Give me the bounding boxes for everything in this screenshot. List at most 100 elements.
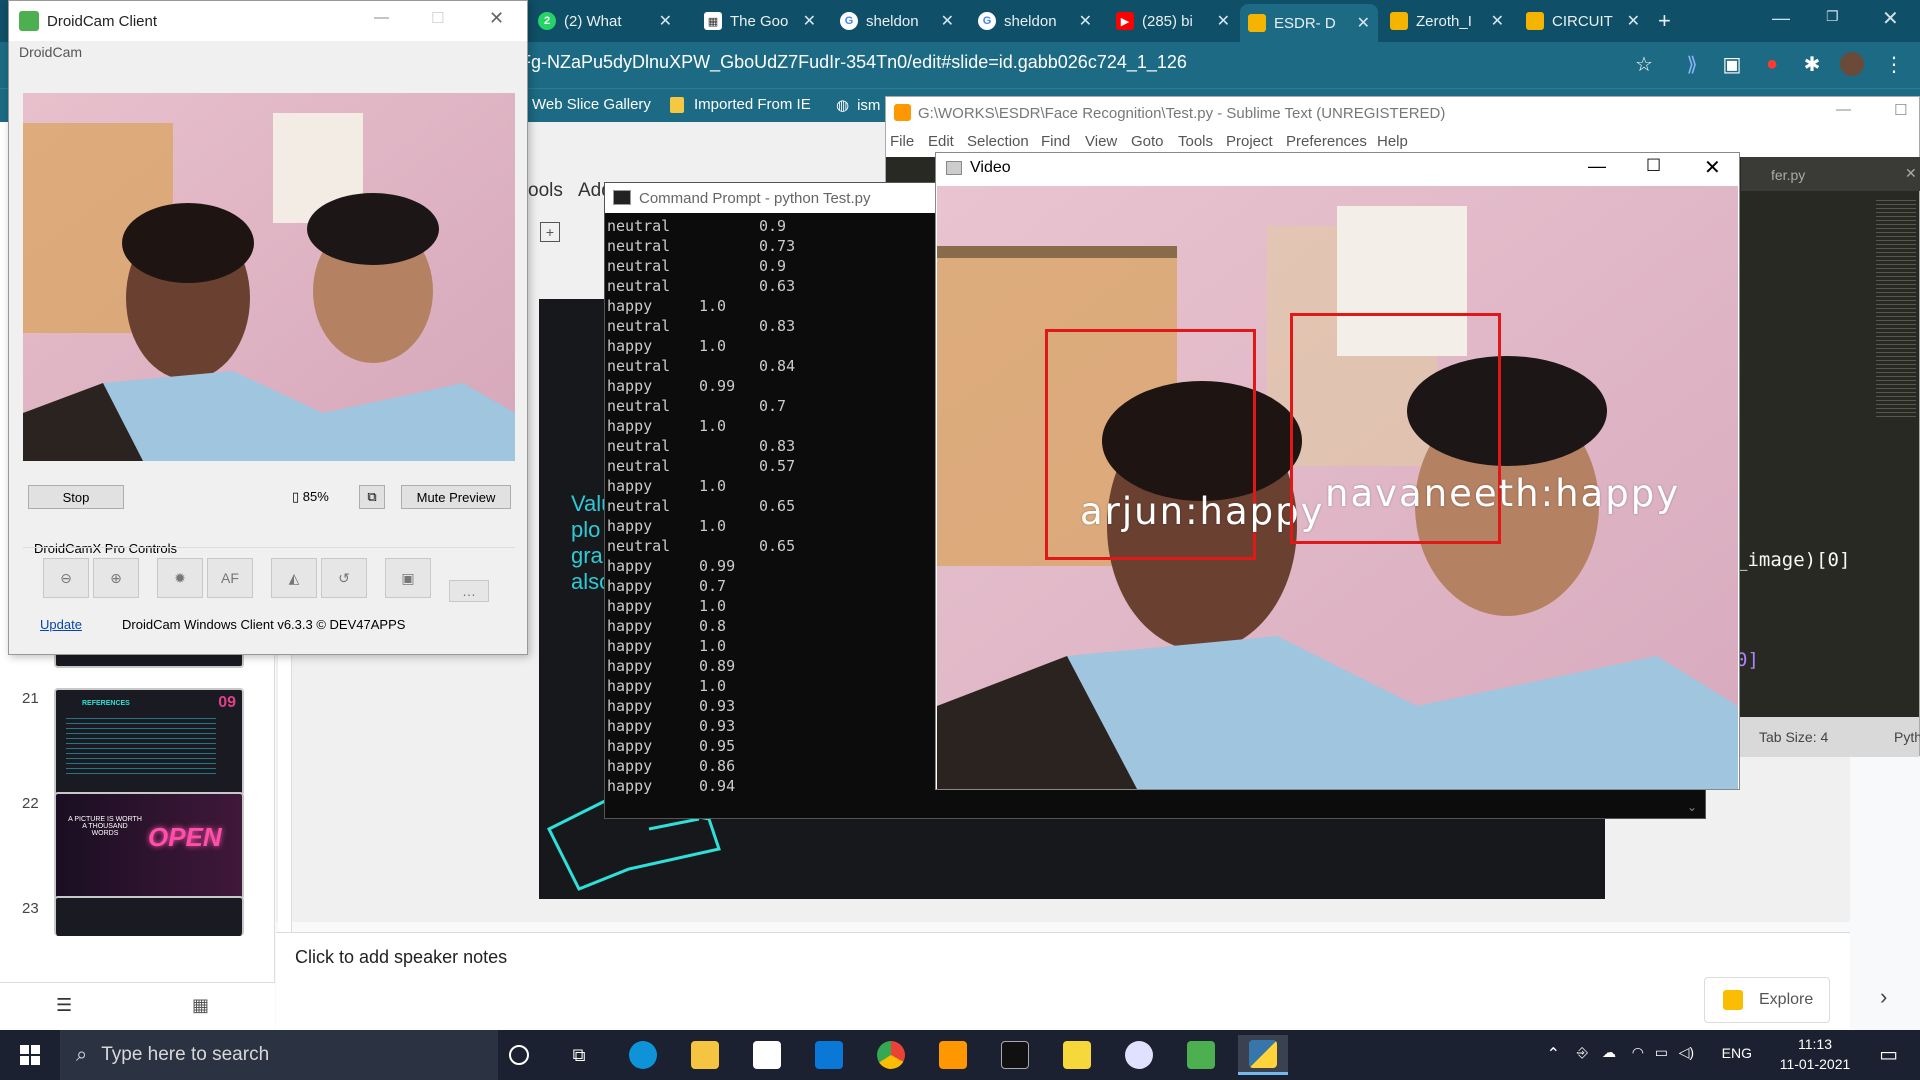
menu-tools[interactable]: ools [528, 180, 563, 202]
menu-tools[interactable]: Tools [1178, 133, 1213, 150]
bookmark-ism[interactable]: ◍ ism [836, 96, 880, 115]
droidcam-app[interactable] [1176, 1035, 1226, 1075]
menu-edit[interactable]: Edit [928, 133, 954, 150]
extension-icon[interactable]: ▣ [1720, 52, 1744, 76]
minimap[interactable] [1876, 197, 1916, 417]
menu-preferences[interactable]: Preferences [1286, 133, 1367, 150]
tab-circuit[interactable]: CIRCUIT ✕ [1518, 6, 1648, 36]
bookmark-star-icon[interactable]: ☆ [1632, 52, 1656, 76]
grid-view-icon[interactable]: ▦ [192, 995, 209, 1016]
language-indicator[interactable]: ENG [1722, 1045, 1752, 1061]
menu-project[interactable]: Project [1226, 133, 1273, 150]
add-slide-icon[interactable]: + [540, 222, 560, 242]
close-window-icon[interactable]: ✕ [1882, 6, 1899, 31]
chrome-app[interactable] [866, 1035, 916, 1075]
paint-app[interactable] [1114, 1035, 1164, 1075]
mute-preview-button[interactable]: Mute Preview [401, 485, 511, 509]
onedrive-icon[interactable]: ☁ [1602, 1044, 1616, 1061]
store-app[interactable] [742, 1035, 792, 1075]
python-app[interactable] [1238, 1035, 1288, 1075]
chevron-up-icon[interactable]: ⌃ [1547, 1044, 1560, 1064]
more-button[interactable]: … [449, 580, 489, 602]
edge-app[interactable] [618, 1035, 668, 1075]
avatar[interactable] [1840, 52, 1864, 76]
minimize-icon[interactable]: — [1772, 8, 1790, 29]
kebab-menu-icon[interactable]: ⋮ [1882, 52, 1906, 76]
menu-goto[interactable]: Goto [1131, 133, 1164, 150]
task-view-button[interactable]: ⧉ [554, 1035, 604, 1075]
taskbar-search[interactable]: ⌕ Type here to search [60, 1030, 498, 1080]
maximize-icon[interactable]: ☐ [1646, 156, 1661, 176]
close-icon[interactable]: ✕ [1704, 155, 1721, 180]
slide-thumb-21[interactable]: REFERENCES 09 [54, 688, 244, 796]
close-icon[interactable]: ✕ [1627, 11, 1640, 31]
zoom-out-button[interactable]: ⊖ [43, 558, 89, 598]
menu-view[interactable]: View [1085, 133, 1117, 150]
sticky-notes-app[interactable] [1052, 1035, 1102, 1075]
screenshot-button[interactable]: ⧉ [359, 485, 385, 509]
scroll-down-icon[interactable]: ⌄ [1687, 800, 1697, 814]
stop-button[interactable]: Stop [28, 485, 124, 509]
clock-time[interactable]: 11:13 [1770, 1036, 1860, 1052]
menu-help[interactable]: Help [1377, 133, 1408, 150]
new-tab-button[interactable]: + [1658, 8, 1671, 34]
bookmark-imported[interactable]: Imported From IE [670, 96, 811, 113]
close-icon[interactable]: ✕ [1217, 11, 1230, 31]
cortana-button[interactable] [494, 1035, 544, 1075]
address-bar[interactable]: Fg-NZaPu5dyDlnuXPW_GboUdZ7FudIr-354Tn0/e… [520, 52, 1187, 73]
slide-thumb-22[interactable]: A PICTURE IS WORTH A THOUSAND WORDS OPEN [54, 792, 244, 900]
slide-thumb-23[interactable] [54, 896, 244, 936]
menu-file[interactable]: File [890, 133, 914, 150]
close-icon[interactable]: ✕ [489, 8, 504, 29]
minimize-icon[interactable]: — [374, 9, 389, 26]
close-icon[interactable]: ✕ [941, 11, 954, 31]
close-icon[interactable]: ✕ [1905, 165, 1917, 182]
menu-find[interactable]: Find [1041, 133, 1070, 150]
autofocus-button[interactable]: AF [207, 558, 253, 598]
update-link[interactable]: Update [40, 617, 82, 632]
speaker-notes[interactable]: Click to add speaker notes [276, 932, 1850, 1030]
maximize-icon[interactable]: ☐ [1894, 101, 1907, 119]
sublime-app[interactable] [928, 1035, 978, 1075]
zoom-in-button[interactable]: ⊕ [93, 558, 139, 598]
cmd-output[interactable]: neutral 0.9 neutral 0.73 neutral 0.9 neutral 0.… [607, 216, 795, 796]
tab-google-doc[interactable]: ▦ The Goo ✕ [696, 6, 824, 36]
save-jpg-button[interactable]: ▣ [385, 558, 431, 598]
close-icon[interactable]: ✕ [659, 11, 672, 31]
mirror-button[interactable]: ◭ [271, 558, 317, 598]
extension-icon[interactable]: ⟫ [1680, 52, 1704, 76]
rotate-button[interactable]: ↺ [321, 558, 367, 598]
minimize-icon[interactable]: — [1588, 156, 1606, 177]
battery-icon[interactable]: ▭ [1655, 1044, 1668, 1061]
clock-date[interactable]: 11-01-2021 [1770, 1056, 1860, 1072]
network-adapter-icon[interactable]: ⎆ [1577, 1044, 1588, 1061]
tab-size-indicator[interactable]: Tab Size: 4 [1759, 729, 1828, 745]
puzzle-icon[interactable]: ✱ [1800, 52, 1824, 76]
explorer-app[interactable] [680, 1035, 730, 1075]
close-icon[interactable]: ✕ [1079, 11, 1092, 31]
light-button[interactable]: ✹ [157, 558, 203, 598]
tab-zeroth[interactable]: Zeroth_I ✕ [1382, 6, 1512, 36]
explore-button[interactable]: Explore [1704, 977, 1830, 1023]
start-button[interactable] [0, 1030, 60, 1080]
wifi-icon[interactable]: ◠ [1632, 1044, 1644, 1061]
tab-youtube[interactable]: ▶ (285) bi ✕ [1108, 6, 1238, 36]
menu-selection[interactable]: Selection [967, 133, 1029, 150]
close-icon[interactable]: ✕ [1357, 13, 1370, 33]
tab-sheldon-2[interactable]: G sheldon ✕ [970, 6, 1100, 36]
cmd-app[interactable] [990, 1035, 1040, 1075]
bookmark-web-slice[interactable]: Web Slice Gallery [532, 96, 651, 113]
list-view-icon[interactable]: ☰ [56, 995, 72, 1016]
tab-sheldon-1[interactable]: G sheldon ✕ [832, 6, 962, 36]
tab-esdr[interactable]: ESDR- D ✕ [1240, 4, 1378, 42]
tab-fer-py[interactable]: fer.py [1771, 167, 1805, 183]
volume-icon[interactable]: ◁) [1679, 1044, 1694, 1061]
close-icon[interactable]: ✕ [803, 11, 816, 31]
syntax-indicator[interactable]: Pyth [1894, 729, 1920, 745]
tab-whatsapp[interactable]: 2 (2) What ✕ [530, 6, 680, 36]
restore-icon[interactable]: ❐ [1826, 8, 1839, 25]
close-icon[interactable]: ✕ [1491, 11, 1504, 31]
minimize-icon[interactable]: — [1836, 101, 1851, 118]
mail-app[interactable] [804, 1035, 854, 1075]
chevron-right-icon[interactable]: › [1880, 984, 1887, 1010]
